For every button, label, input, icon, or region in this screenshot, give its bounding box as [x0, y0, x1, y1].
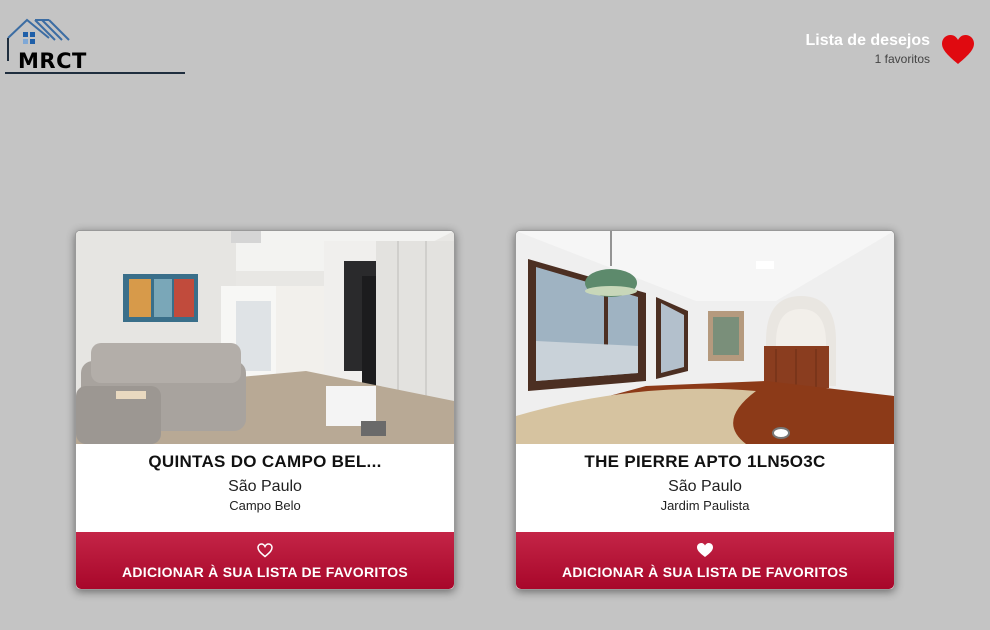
add-to-favorites-button[interactable]: ADICIONAR À SUA LISTA DE FAVORITOS [516, 532, 894, 589]
listing-name[interactable]: QUINTAS DO CAMPO BEL... [76, 452, 454, 472]
listing-photo-living-room [76, 231, 454, 444]
add-to-favorites-label: ADICIONAR À SUA LISTA DE FAVORITOS [121, 564, 409, 580]
add-to-favorites-button[interactable]: ADICIONAR À SUA LISTA DE FAVORITOS [76, 532, 454, 589]
listing-neighborhood: Campo Belo [229, 498, 301, 513]
heart-outline-icon [257, 543, 273, 558]
logo-underline [5, 72, 185, 74]
wishlist-title: Lista de desejos [805, 32, 931, 49]
wishlist-text: Lista de desejos 1 favoritos [806, 32, 931, 67]
wishlist-count: 1 favoritos [874, 52, 930, 66]
listing-city: São Paulo [228, 478, 302, 495]
listing-name[interactable]: THE PIERRE APTO 1LN5O3C [516, 452, 894, 472]
listing-neighborhood: Jardim Paulista [660, 498, 750, 513]
listing-photo-hallway [516, 231, 894, 444]
listing-city: São Paulo [668, 478, 742, 495]
wishlist-link[interactable]: Lista de desejos 1 favoritos [806, 32, 974, 67]
add-to-favorites-label: ADICIONAR À SUA LISTA DE FAVORITOS [561, 564, 849, 580]
logo-text: MRCT [18, 49, 87, 73]
site-logo[interactable]: MRCT [5, 16, 185, 76]
listing-card[interactable]: THE PIERRE APTO 1LN5O3C São Paulo Jardim… [515, 230, 895, 590]
listing-card[interactable]: QUINTAS DO CAMPO BEL... São Paulo Campo … [75, 230, 455, 590]
heart-filled-icon [697, 543, 713, 557]
heart-icon[interactable] [942, 34, 974, 65]
